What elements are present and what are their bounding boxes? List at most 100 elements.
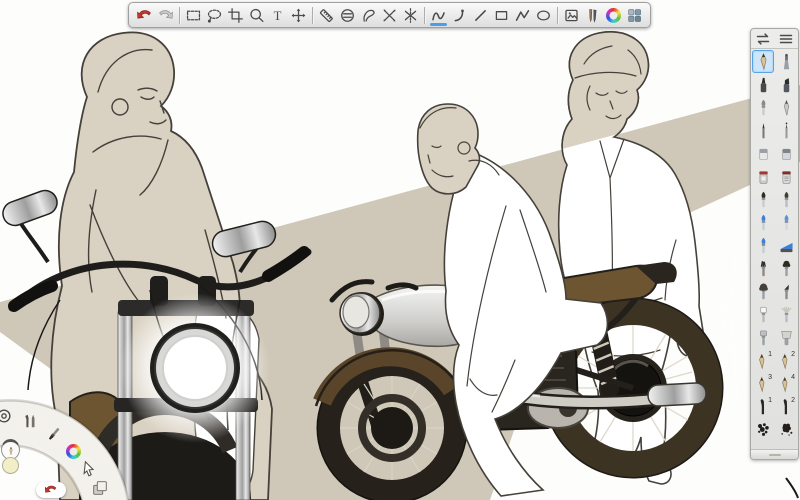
- palette-menu-button[interactable]: [776, 31, 796, 47]
- brush-marker[interactable]: [752, 73, 774, 96]
- draw-ellipse-tool[interactable]: [533, 4, 554, 26]
- texture-splatter-brush-icon: [754, 420, 773, 439]
- lagoon-brush-puck[interactable]: [0, 406, 14, 426]
- fine-liner-brush-icon: [754, 121, 773, 140]
- marquee-icon: [185, 7, 202, 24]
- flat-white-brush-icon: [754, 305, 773, 324]
- interface-editor-tool[interactable]: [624, 4, 645, 26]
- polyline-icon: [514, 7, 531, 24]
- angled-bristle-brush-icon: [777, 282, 796, 301]
- wide-flat-brush-icon: [777, 328, 796, 347]
- fan-brush-brush-icon: [777, 305, 796, 324]
- brush-palette-resize-handle[interactable]: [751, 449, 798, 459]
- brush-texture-splatter[interactable]: [752, 418, 774, 441]
- brush-fluffy-brush[interactable]: [752, 280, 774, 303]
- brush-glaze-jar[interactable]: [775, 165, 797, 188]
- brush-copic-pencil-2[interactable]: 2: [775, 349, 797, 372]
- brush-flat-gray[interactable]: [752, 326, 774, 349]
- brush-watercolor-soft[interactable]: [775, 211, 797, 234]
- color-wheel-icon: [606, 8, 621, 23]
- brush-technical-pen[interactable]: [775, 119, 797, 142]
- brush-number-label: 2: [791, 397, 795, 404]
- ellipse-guide-tool[interactable]: [337, 4, 358, 26]
- brush-wide-flat[interactable]: [775, 326, 797, 349]
- wet-brush-brush-icon: [754, 236, 773, 255]
- brush-fine-liner[interactable]: [752, 119, 774, 142]
- puck-rings-icon: [0, 407, 13, 425]
- text-icon: T: [269, 7, 286, 24]
- toolbar-separator: [179, 7, 180, 24]
- rect-select-tool[interactable]: [183, 4, 204, 26]
- brush-watercolor-round[interactable]: [752, 211, 774, 234]
- lagoon-select[interactable]: [79, 459, 99, 479]
- draw-freeform-tool[interactable]: [428, 4, 449, 26]
- symmetry-y-icon: [402, 7, 419, 24]
- brush-wet-brush[interactable]: [752, 234, 774, 257]
- ruler-tool[interactable]: [316, 4, 337, 26]
- draw-line-tool[interactable]: [470, 4, 491, 26]
- graphite-brush-icon: [777, 98, 796, 117]
- interface-icon: [626, 7, 643, 24]
- brush-library-tool[interactable]: [582, 4, 603, 26]
- lagoon-layers[interactable]: [90, 478, 110, 498]
- import-image-tool[interactable]: [561, 4, 582, 26]
- brush-splat-spray[interactable]: [775, 418, 797, 441]
- swap-arrows-icon: [753, 29, 773, 49]
- color-puck[interactable]: [2, 457, 19, 474]
- brush-smear-wedge[interactable]: [775, 234, 797, 257]
- svg-text:T: T: [274, 8, 282, 22]
- brush-graphite[interactable]: [775, 96, 797, 119]
- lagoon-ring[interactable]: [0, 380, 150, 500]
- steady-stroke-tool[interactable]: [449, 4, 470, 26]
- brush-copic-pencil-1[interactable]: 1: [752, 349, 774, 372]
- brush-ink-fine[interactable]: [752, 188, 774, 211]
- steady-icon: [451, 7, 468, 24]
- layers-icon: [91, 479, 109, 497]
- ink-fine-brush-icon: [754, 190, 773, 209]
- brush-copic-pencil-3[interactable]: 3: [752, 372, 774, 395]
- redo-tool[interactable]: [155, 4, 176, 26]
- brush-fan-brush[interactable]: [775, 303, 797, 326]
- lasso-select-tool[interactable]: [204, 4, 225, 26]
- symmetry-y-tool[interactable]: [400, 4, 421, 26]
- brush-soft-eraser[interactable]: [752, 142, 774, 165]
- brush-paint-jar[interactable]: [752, 165, 774, 188]
- brush-ballpoint[interactable]: [752, 96, 774, 119]
- draw-polyline-tool[interactable]: [512, 4, 533, 26]
- lagoon-brush-palette[interactable]: [44, 424, 64, 444]
- brush-number-label: 3: [768, 374, 772, 381]
- undo-tool[interactable]: [134, 4, 155, 26]
- brush-pencil[interactable]: [752, 50, 774, 73]
- lasso-icon: [206, 7, 223, 24]
- brush-airbrush[interactable]: [775, 50, 797, 73]
- brush-inking-brush-2[interactable]: 2: [775, 395, 797, 418]
- brush-chisel-marker[interactable]: [775, 73, 797, 96]
- crop-tool[interactable]: [225, 4, 246, 26]
- draw-rectangle-tool[interactable]: [491, 4, 512, 26]
- paintbrush-icon: [45, 425, 63, 443]
- brush-angled-bristle[interactable]: [775, 280, 797, 303]
- brush-bristle-blob[interactable]: [775, 257, 797, 280]
- brush-sets-toggle-button[interactable]: [753, 31, 773, 47]
- bristle-small-brush-icon: [754, 259, 773, 278]
- zoom-tool[interactable]: [246, 4, 267, 26]
- color-editor-tool[interactable]: [603, 4, 624, 26]
- brush-flat-white[interactable]: [752, 303, 774, 326]
- smear-wedge-brush-icon: [777, 236, 796, 255]
- lagoon-color-palette[interactable]: [63, 441, 83, 461]
- french-curve-tool[interactable]: [358, 4, 379, 26]
- symmetry-x-tool[interactable]: [379, 4, 400, 26]
- lagoon-undo-button[interactable]: [36, 482, 66, 498]
- brush-bristle-small[interactable]: [752, 257, 774, 280]
- brush-copic-pencil-4[interactable]: 4: [775, 372, 797, 395]
- lagoon-tools[interactable]: [20, 411, 40, 431]
- color-wheel-icon: [66, 444, 81, 459]
- text-tool[interactable]: T: [267, 4, 288, 26]
- brush-palette: 123412: [750, 28, 799, 460]
- french-curve-icon: [360, 7, 377, 24]
- transform-tool[interactable]: [288, 4, 309, 26]
- paint-jar-brush-icon: [754, 167, 773, 186]
- brush-hard-eraser[interactable]: [775, 142, 797, 165]
- brush-detail-brush[interactable]: [775, 188, 797, 211]
- brush-inking-brush-1[interactable]: 1: [752, 395, 774, 418]
